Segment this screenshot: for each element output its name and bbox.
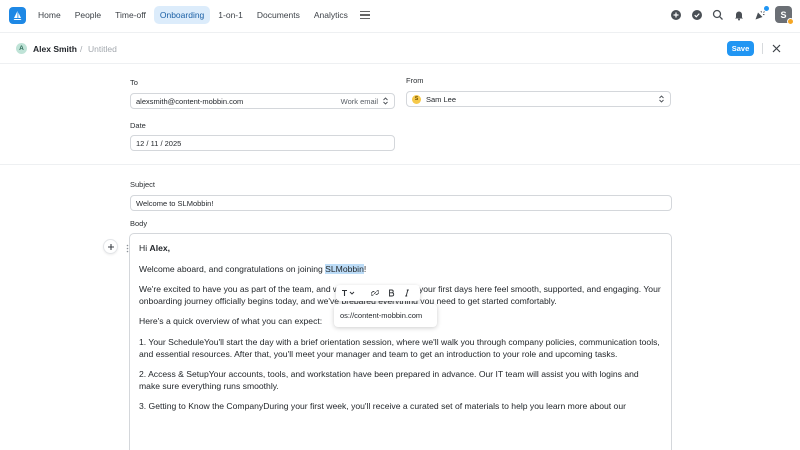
to-field[interactable]: alexsmith@content-mobbin.com Work email bbox=[130, 93, 395, 109]
status-dot bbox=[787, 18, 794, 25]
breadcrumb-separator: / bbox=[80, 44, 83, 54]
check-circle-icon[interactable] bbox=[691, 9, 703, 21]
plus-circle-icon[interactable] bbox=[670, 9, 682, 21]
link-button[interactable] bbox=[371, 289, 379, 297]
italic-button[interactable] bbox=[404, 289, 410, 297]
app-logo[interactable] bbox=[9, 7, 26, 24]
chevron-updown-icon bbox=[383, 97, 388, 105]
body-paragraph: 3. Getting to Know the CompanyDuring you… bbox=[139, 401, 626, 412]
editor-header: A Alex Smith / Untitled Save bbox=[0, 32, 800, 64]
top-icons: S bbox=[670, 5, 794, 25]
subject-field[interactable]: Welcome to SLMobbin! bbox=[130, 195, 672, 211]
nav-analytics[interactable]: Analytics bbox=[308, 6, 354, 24]
add-block-button[interactable] bbox=[103, 239, 118, 254]
save-button[interactable]: Save bbox=[727, 41, 754, 56]
selected-link-text[interactable]: SLMobbin bbox=[325, 263, 364, 274]
hamburger-menu-icon[interactable] bbox=[359, 6, 374, 24]
date-value: 12 / 11 / 2025 bbox=[136, 138, 182, 148]
nav-people[interactable]: People bbox=[69, 6, 107, 24]
welcome-paragraph: Welcome aboard, and congratulations on j… bbox=[139, 263, 367, 274]
bell-icon[interactable] bbox=[733, 9, 745, 21]
body-label: Body bbox=[130, 219, 148, 228]
nav-links: Home People Time-off Onboarding 1-on-1 D… bbox=[32, 6, 374, 24]
chevron-updown-icon bbox=[659, 95, 664, 103]
header-divider bbox=[762, 43, 763, 54]
from-select[interactable]: S Sam Lee bbox=[406, 91, 671, 107]
document-title[interactable]: Untitled bbox=[88, 44, 117, 54]
body-editor[interactable]: Hi Alex, Welcome aboard, and congratulat… bbox=[129, 233, 672, 450]
from-label: From bbox=[406, 76, 424, 85]
body-paragraph: 2. Access & SetupYour accounts, tools, a… bbox=[139, 369, 639, 391]
notification-dot bbox=[764, 5, 769, 11]
nav-documents[interactable]: Documents bbox=[251, 6, 306, 24]
text-style-button[interactable] bbox=[341, 289, 355, 297]
from-value: Sam Lee bbox=[426, 94, 457, 104]
section-divider bbox=[0, 164, 800, 165]
link-url-popover[interactable]: os://content-mobbin.com bbox=[334, 304, 437, 327]
subject-value: Welcome to SLMobbin! bbox=[136, 198, 214, 208]
recipient-name: Alex, bbox=[149, 243, 171, 253]
italic-icon bbox=[405, 289, 409, 297]
user-avatar[interactable]: S bbox=[775, 6, 794, 25]
nav-1-on-1[interactable]: 1-on-1 bbox=[212, 6, 249, 24]
nav-time-off[interactable]: Time-off bbox=[109, 6, 152, 24]
sailboat-icon bbox=[13, 11, 22, 20]
breadcrumb-name[interactable]: Alex Smith bbox=[33, 44, 77, 54]
link-url[interactable]: os://content-mobbin.com bbox=[340, 311, 422, 320]
email-type: Work email bbox=[340, 96, 378, 106]
nav-home[interactable]: Home bbox=[32, 6, 67, 24]
search-icon[interactable] bbox=[712, 9, 724, 21]
plus-icon bbox=[107, 243, 114, 250]
top-nav: Home People Time-off Onboarding 1-on-1 D… bbox=[0, 0, 800, 32]
nav-onboarding[interactable]: Onboarding bbox=[153, 6, 211, 24]
date-label: Date bbox=[130, 121, 146, 130]
link-icon bbox=[371, 290, 379, 296]
subject-label: Subject bbox=[130, 180, 156, 189]
close-icon[interactable] bbox=[770, 42, 783, 55]
greeting-paragraph: Hi Alex, bbox=[139, 243, 171, 253]
recipient-avatar: A bbox=[16, 43, 27, 54]
bold-button[interactable] bbox=[388, 289, 395, 297]
format-toolbar bbox=[336, 285, 420, 301]
text-style-icon bbox=[342, 289, 355, 296]
date-field[interactable]: 12 / 11 / 2025 bbox=[130, 135, 395, 151]
bold-icon bbox=[389, 289, 395, 297]
to-label: To bbox=[130, 78, 138, 87]
party-popper-icon[interactable] bbox=[754, 5, 769, 21]
sender-avatar: S bbox=[412, 94, 421, 104]
body-paragraph: 1. Your ScheduleYou'll start the day wit… bbox=[139, 336, 660, 359]
to-value: alexsmith@content-mobbin.com bbox=[136, 96, 244, 106]
